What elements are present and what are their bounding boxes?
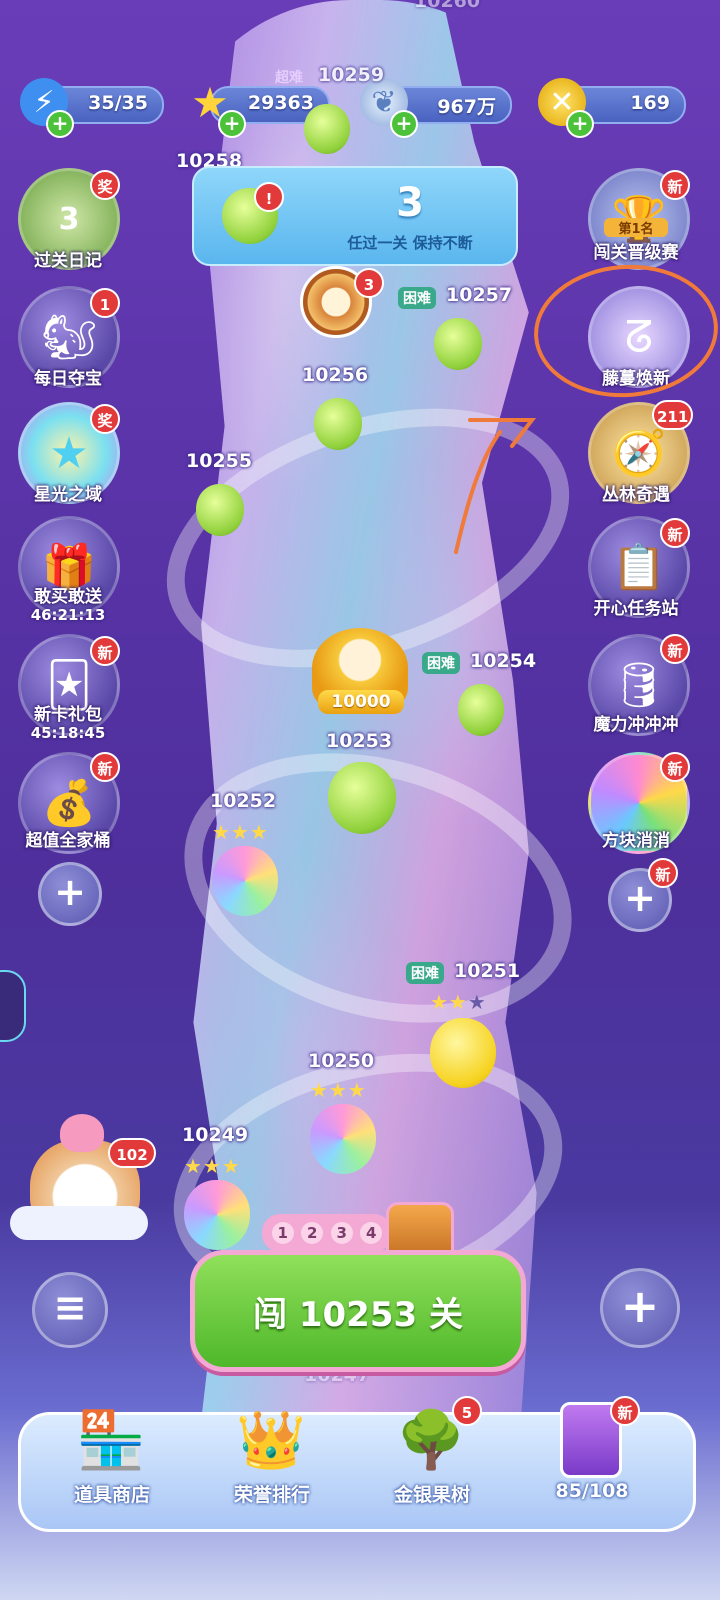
level-label: 10250: [308, 1050, 375, 1072]
rank-tag: 第1名: [604, 218, 668, 237]
nav-item-ranking[interactable]: 荣誉排行: [202, 1480, 342, 1507]
tree-badge: 5: [452, 1396, 482, 1426]
step-3: 3: [330, 1222, 353, 1244]
new-badge: 新: [660, 170, 690, 200]
add-energy-button[interactable]: +: [46, 110, 74, 138]
add-coins-button[interactable]: +: [566, 110, 594, 138]
add-leaves-button[interactable]: +: [390, 110, 418, 138]
progress-steps: 1 2 3 4: [262, 1214, 392, 1252]
nav-item-shop[interactable]: 道具商店: [42, 1480, 182, 1507]
alert-badge: !: [254, 182, 284, 212]
bottom-add-button[interactable]: +: [600, 1268, 680, 1348]
level-label: 10249: [182, 1124, 249, 1146]
level-node[interactable]: [310, 1104, 376, 1174]
level-node[interactable]: [430, 1018, 496, 1088]
level-label: 10259: [318, 64, 385, 86]
shop-icon: 🏪: [76, 1408, 146, 1473]
annotation-overlay: [454, 264, 718, 554]
main-menu-button[interactable]: ≡: [32, 1272, 108, 1348]
coins-value: 169: [630, 92, 670, 114]
level-stars: ★★★: [184, 1154, 241, 1178]
level-node[interactable]: [304, 104, 350, 154]
annotation-circle: [534, 264, 718, 398]
stars-value: 29363: [247, 92, 314, 114]
new-badge: 新: [648, 858, 678, 888]
pet-badge: 102: [108, 1138, 156, 1168]
level-node[interactable]: [184, 1180, 250, 1250]
reward-badge: 奖: [90, 170, 120, 200]
task-count: 3: [396, 180, 424, 226]
step-1: 1: [271, 1222, 294, 1244]
new-badge: 新: [610, 1396, 640, 1426]
level-stars: ★★★: [430, 990, 487, 1014]
leaves-value: 967万: [437, 96, 496, 118]
difficulty-tag: 困难: [406, 962, 444, 984]
crown-icon: 👑: [236, 1408, 306, 1473]
energy-value: 35/35: [88, 92, 148, 114]
difficulty-tag: 超难: [275, 70, 303, 86]
annotation-arrow: [454, 418, 537, 554]
add-stars-button[interactable]: +: [218, 110, 246, 138]
pet-cloud: [10, 1206, 148, 1240]
step-4: 4: [360, 1222, 383, 1244]
pet-octopus-icon: [60, 1114, 104, 1152]
level-stars: ★★★: [310, 1078, 367, 1102]
left-add-button[interactable]: +: [38, 862, 102, 926]
diary-count: 3: [58, 201, 80, 237]
level-label: 10251: [454, 960, 521, 982]
side-drawer-handle[interactable]: [0, 970, 26, 1042]
play-level-button[interactable]: 闯 10253 关: [190, 1250, 526, 1372]
nav-item-money-tree[interactable]: 金银果树: [362, 1480, 502, 1507]
level-node[interactable]: [212, 846, 278, 916]
nav-item-card-collection[interactable]: 85/108: [522, 1480, 662, 1502]
level-label: 10260: [414, 0, 481, 12]
step-2: 2: [301, 1222, 324, 1244]
